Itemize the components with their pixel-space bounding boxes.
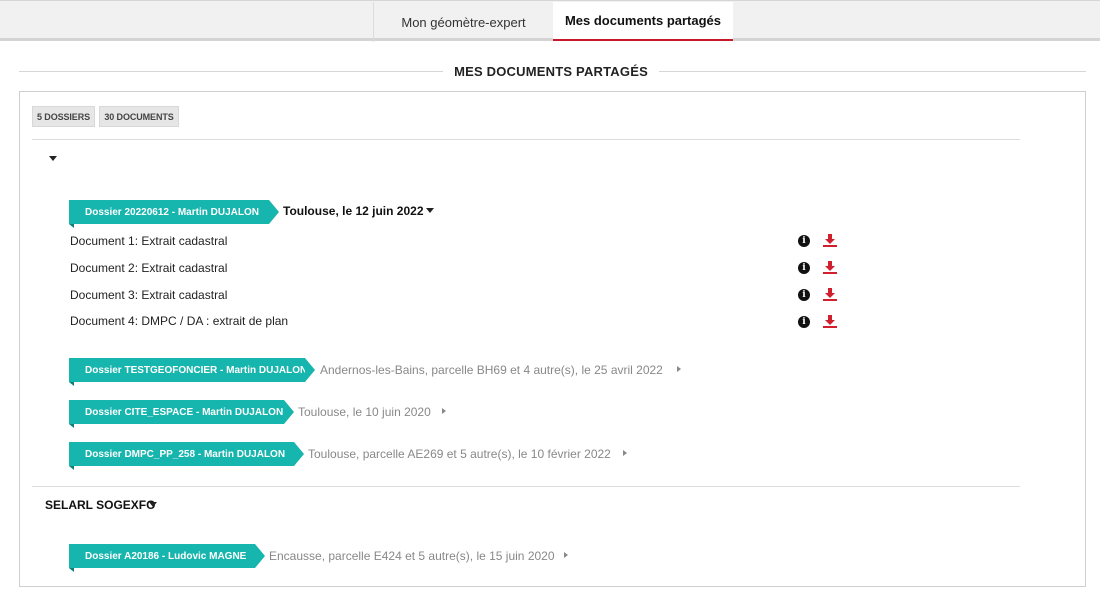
heading-divider-left: [19, 71, 443, 72]
download-icon[interactable]: [823, 234, 837, 247]
folder-tag[interactable]: Dossier TESTGEOFONCIER - Martin DUJALON: [69, 358, 315, 386]
group-chevron-down-icon[interactable]: [149, 502, 157, 507]
heading-divider-right: [659, 71, 1086, 72]
divider: [32, 486, 1020, 487]
folder-description[interactable]: Encausse, parcelle E424 et 5 autre(s), l…: [269, 549, 555, 563]
folder-chevron-right-icon[interactable]: [623, 450, 627, 456]
download-icon[interactable]: [823, 261, 837, 274]
document-name: Document 4: DMPC / DA : extrait de plan: [70, 314, 289, 328]
info-circle-icon[interactable]: i: [798, 316, 810, 328]
document-name: Document 3: Extrait cadastral: [70, 288, 228, 302]
folder-description[interactable]: Toulouse, parcelle AE269 et 5 autre(s), …: [308, 447, 611, 461]
folder-chevron-right-icon[interactable]: [677, 366, 681, 372]
document-name: Document 2: Extrait cadastral: [70, 261, 228, 275]
folder-tag[interactable]: Dossier DMPC_PP_258 - Martin DUJALON: [69, 442, 304, 470]
page-title: MES DOCUMENTS PARTAGÉS: [454, 64, 648, 79]
folder-chevron-right-icon[interactable]: [442, 408, 446, 414]
group-title[interactable]: SELARL SOGEXFO: [45, 498, 155, 512]
folder-description[interactable]: Toulouse, le 10 juin 2020: [298, 405, 431, 419]
folder-tag[interactable]: Dossier A20186 - Ludovic MAGNE: [69, 544, 265, 572]
folders-count-badge: 5 DOSSIERS: [32, 106, 95, 127]
document-name: Document 1: Extrait cadastral: [70, 234, 228, 248]
tab-mes-documents-partages[interactable]: Mes documents partagés: [553, 2, 733, 41]
tab-mon-geometre-expert[interactable]: Mon géomètre-expert: [373, 2, 553, 42]
top-tab-bar: Mon géomètre-expert Mes documents partag…: [0, 0, 1100, 42]
download-icon[interactable]: [823, 315, 837, 328]
divider: [32, 139, 1020, 140]
info-circle-icon[interactable]: i: [798, 262, 810, 274]
info-circle-icon[interactable]: i: [798, 289, 810, 301]
folder-chevron-right-icon[interactable]: [564, 552, 568, 558]
documents-count-badge: 30 DOCUMENTS: [99, 106, 179, 127]
info-circle-icon[interactable]: i: [798, 235, 810, 247]
group-toggle-chevron-down-icon[interactable]: [49, 156, 57, 161]
folder-description[interactable]: Toulouse, le 12 juin 2022: [283, 204, 424, 218]
folder-tag[interactable]: Dossier 20220612 - Martin DUJALON: [69, 200, 279, 228]
documents-panel: [19, 91, 1086, 587]
folder-chevron-down-icon[interactable]: [426, 208, 434, 213]
download-icon[interactable]: [823, 288, 837, 301]
folder-tag[interactable]: Dossier CITE_ESPACE - Martin DUJALON: [69, 400, 294, 428]
folder-description[interactable]: Andernos-les-Bains, parcelle BH69 et 4 a…: [320, 363, 663, 377]
